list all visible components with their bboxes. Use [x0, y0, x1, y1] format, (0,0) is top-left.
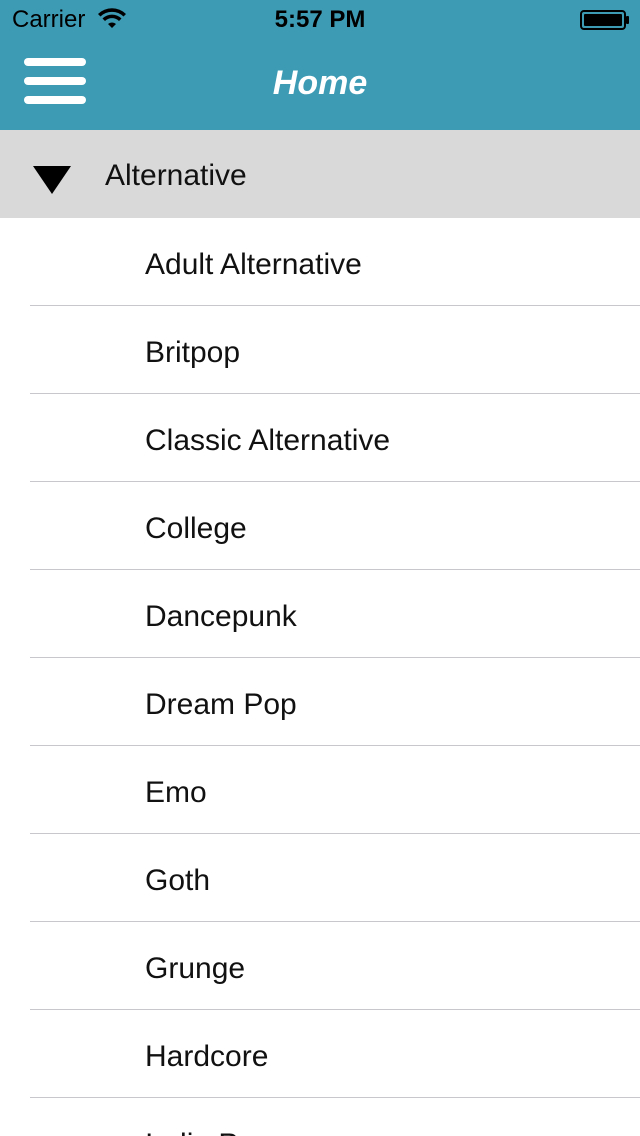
section-header-alternative[interactable]: Alternative [0, 130, 640, 218]
list-item-label: Hardcore [145, 1040, 269, 1073]
list-item[interactable]: Dancepunk [0, 570, 640, 658]
list-item-label: College [145, 512, 247, 545]
genre-list: Adult Alternative Britpop Classic Altern… [0, 218, 640, 1136]
top-bar: Carrier 5:57 PM Home [0, 0, 640, 130]
triangle-down-icon[interactable] [33, 166, 71, 194]
list-item-label: Dream Pop [145, 688, 297, 721]
list-item[interactable]: Indie Pop [0, 1098, 640, 1136]
page-title: Home [272, 64, 368, 102]
section-header-label: Alternative [105, 159, 247, 192]
list-item[interactable]: Classic Alternative [0, 394, 640, 482]
list-item-label: Goth [145, 864, 211, 897]
app-screen: Carrier 5:57 PM Home Alternative Adult A… [0, 0, 640, 1136]
list-item-label: Britpop [145, 336, 241, 369]
list-item-label: Emo [145, 776, 207, 809]
list-item-label: Indie Pop [145, 1127, 272, 1136]
navigation-bar: Home [0, 40, 640, 130]
list-item[interactable]: Emo [0, 746, 640, 834]
list-item[interactable]: Grunge [0, 922, 640, 1010]
list-item[interactable]: College [0, 482, 640, 570]
battery-icon [580, 10, 629, 30]
list-item-label: Grunge [145, 952, 246, 985]
list-item[interactable]: Adult Alternative [0, 218, 640, 306]
list-item-label: Adult Alternative [145, 248, 362, 281]
clock-time: 5:57 PM [274, 6, 366, 33]
list-item[interactable]: Dream Pop [0, 658, 640, 746]
list-item-label: Dancepunk [145, 600, 297, 633]
list-item[interactable]: Hardcore [0, 1010, 640, 1098]
list-item[interactable]: Britpop [0, 306, 640, 394]
list-item-label: Classic Alternative [145, 424, 391, 457]
status-bar: Carrier 5:57 PM [0, 0, 640, 40]
list-item[interactable]: Goth [0, 834, 640, 922]
